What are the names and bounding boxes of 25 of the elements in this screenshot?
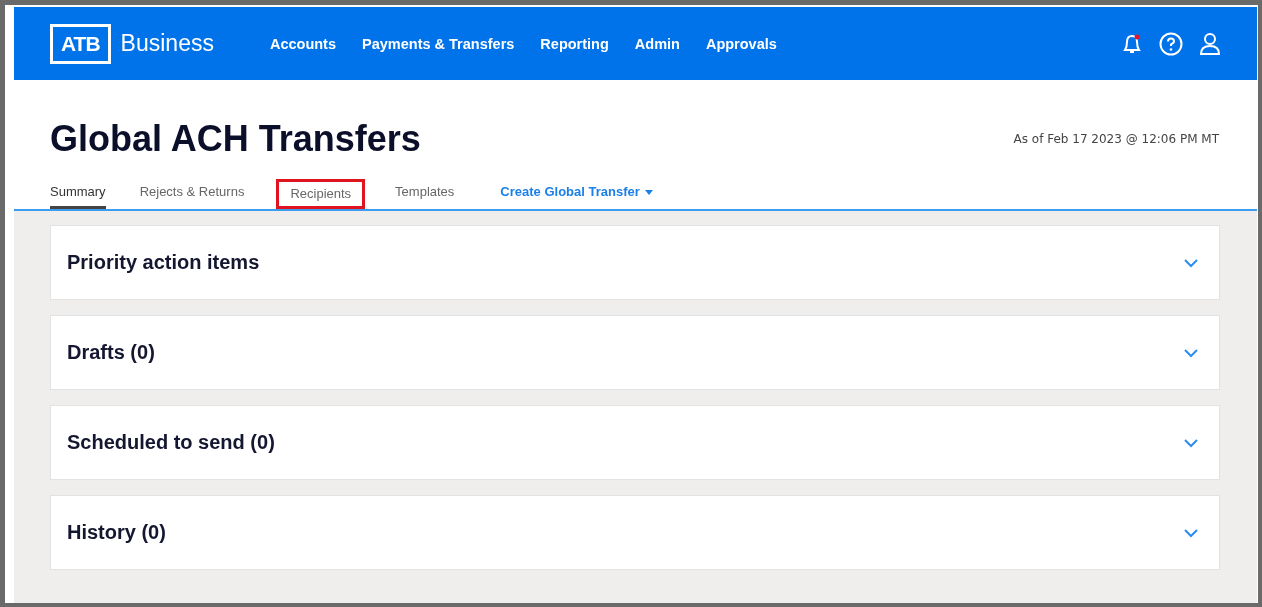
nav-link[interactable]: Reporting bbox=[540, 35, 609, 52]
section-header[interactable]: Priority action items bbox=[50, 225, 1220, 300]
section-header[interactable]: Scheduled to send (0) bbox=[50, 405, 1220, 480]
nav-link[interactable]: Admin bbox=[634, 35, 680, 52]
nav-link[interactable]: Accounts bbox=[269, 35, 336, 52]
caret-icon bbox=[643, 190, 654, 196]
tab[interactable]: Recipients bbox=[278, 181, 364, 207]
chevron-icon bbox=[1183, 437, 1199, 448]
chevron-icon bbox=[1183, 257, 1199, 268]
chevron-icon bbox=[1183, 347, 1199, 358]
help-icon[interactable] bbox=[1159, 31, 1183, 56]
page-title: Global ACH Transfers bbox=[50, 118, 421, 160]
nav-link[interactable]: Payments & Transfers bbox=[362, 35, 515, 52]
section-header[interactable]: Drafts (0) bbox=[50, 315, 1220, 390]
create-transfer-menu[interactable]: Create Global Transfer bbox=[488, 184, 666, 209]
logo-mark: ATB bbox=[50, 23, 111, 64]
logo-text: Business bbox=[120, 30, 214, 57]
nav-link[interactable]: Approvals bbox=[705, 35, 777, 52]
tab[interactable]: Rejects & Returns bbox=[127, 184, 257, 209]
section-header[interactable]: History (0) bbox=[50, 495, 1220, 570]
tab[interactable]: Templates bbox=[383, 184, 467, 209]
user-icon[interactable] bbox=[1199, 31, 1221, 56]
tab[interactable]: Summary bbox=[50, 184, 106, 209]
chevron-icon bbox=[1183, 527, 1199, 538]
timestamp: As of Feb 17 2023 @ 12:06 PM MT bbox=[1013, 132, 1219, 146]
